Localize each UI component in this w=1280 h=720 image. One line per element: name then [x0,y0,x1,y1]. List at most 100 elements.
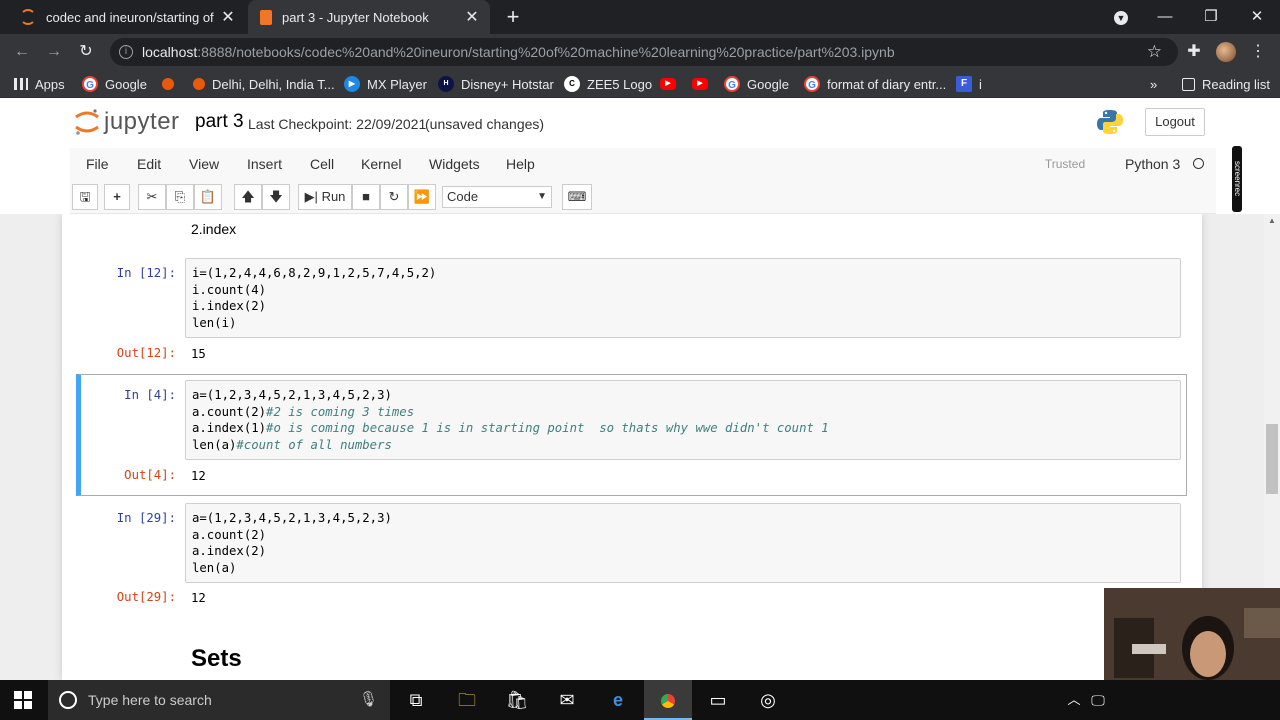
bookmark-youtube-2[interactable]: ▶ [692,70,715,98]
kernel-name: Python 3 [1125,156,1181,172]
bookmark-label: Apps [35,76,65,92]
new-tab-button[interactable]: + [500,4,526,30]
browser-tab[interactable]: codec and ineuron/starting of m ✕ [8,0,246,34]
restart-run-all-icon[interactable]: ⏩ [408,184,436,210]
file-explorer-icon[interactable]: 🗀 [443,680,491,720]
taskbar-search-placeholder: Type here to search [88,692,212,708]
extensions-icon[interactable]: ✚ [1184,42,1204,62]
move-up-icon[interactable]: 🡅 [234,184,262,210]
bookmark-weather[interactable]: Delhi, Delhi, India T... [193,70,335,98]
edge-icon[interactable]: e [594,680,642,720]
bookmark-hotstar[interactable]: H Disney+ Hotstar [438,70,554,98]
bookmark-label: format of diary entr... [827,76,947,92]
paste-icon[interactable]: 📋 [194,184,222,210]
close-tab-icon[interactable]: ✕ [460,7,484,27]
cut-icon[interactable]: ✂ [138,184,166,210]
close-tab-icon[interactable]: ✕ [216,7,240,27]
restart-icon[interactable]: ↻ [380,184,408,210]
browser-tab-active[interactable]: part 3 - Jupyter Notebook ✕ [248,0,490,34]
screenrec-badge: screenrec [1232,146,1242,212]
menu-insert[interactable]: Insert [247,148,282,180]
markdown-heading-sets[interactable]: Sets [191,645,242,673]
notebook-area: 2.index In [12]: i=(1,2,4,4,6,8,2,9,1,2,… [0,214,1264,680]
bookmark-mx-player[interactable]: ▶ MX Player [344,70,427,98]
google-icon: G [804,76,820,92]
interrupt-icon[interactable]: ■ [352,184,380,210]
restore-icon[interactable]: ❐ [1188,0,1234,34]
menu-view[interactable]: View [189,148,219,180]
more-bookmarks-button[interactable]: » [1150,70,1157,98]
microphone-icon[interactable]: 🎙 [359,680,378,720]
chrome-icon[interactable] [644,680,692,720]
bookmark-label: Google [747,76,789,92]
menu-widgets[interactable]: Widgets [429,148,480,180]
python-logo-icon [1097,110,1123,134]
save-icon[interactable]: 🖫 [72,184,98,210]
code-line: a.count(2)#2 is coming 3 times [192,405,414,419]
scroll-up-icon[interactable]: ▲ [1268,216,1276,225]
code-text: a.count(2) [192,405,267,419]
bookmark-orange-site[interactable] [162,70,181,98]
terminal-icon[interactable]: ▭ [694,680,742,720]
code-text: len(a) [192,438,237,452]
output-prompt: Out[29]: [116,590,176,604]
logout-button[interactable]: Logout [1145,108,1205,136]
reading-list-label: Reading list [1202,76,1270,92]
bookmark-zee5[interactable]: C ZEE5 Logo [564,70,652,98]
reload-icon[interactable]: ↻ [74,40,98,64]
run-button[interactable]: ▶| Run [298,184,352,210]
close-window-icon[interactable]: ✕ [1234,0,1280,34]
google-icon: G [82,76,98,92]
code-cell-input[interactable]: i=(1,2,4,4,6,8,2,9,1,2,5,7,4,5,2) i.coun… [185,258,1181,338]
copy-icon[interactable]: ⎘ [166,184,194,210]
mail-icon[interactable]: ✉ [543,680,591,720]
task-view-icon[interactable]: ⧉ [392,680,440,720]
apps-grid-icon [14,78,28,90]
forward-icon[interactable]: → [42,40,66,64]
code-cell-input[interactable]: a=(1,2,3,4,5,2,1,3,4,5,2,3) a.count(2)#2… [185,380,1181,460]
keyboard-icon[interactable]: ⌨ [562,184,592,210]
obs-icon[interactable]: ◎ [744,680,792,720]
tab-title: part 3 - Jupyter Notebook [282,9,429,25]
bookmark-f[interactable]: F i [956,70,982,98]
code-comment: #o is coming because 1 is in starting po… [266,421,829,435]
bookmark-apps[interactable]: Apps [14,70,65,98]
profile-avatar[interactable] [1216,42,1236,62]
kernel-idle-icon [1193,158,1204,169]
code-cell-input[interactable]: a=(1,2,3,4,5,2,1,3,4,5,2,3) a.count(2) a… [185,503,1181,583]
microsoft-store-icon[interactable]: 🛍 [493,680,541,720]
insert-cell-icon[interactable]: + [104,184,130,210]
input-prompt: In [12]: [116,266,176,280]
windows-start-icon[interactable] [14,691,32,709]
site-info-icon[interactable]: i [119,45,133,59]
menu-kernel[interactable]: Kernel [361,148,401,180]
back-icon[interactable]: ← [10,40,34,64]
jupyter-tab-icon [20,9,36,25]
notebook-name[interactable]: part 3 [195,111,244,133]
bookmark-youtube-1[interactable]: ▶ [660,70,683,98]
taskbar-search-box[interactable]: Type here to search 🎙 [48,680,390,720]
input-prompt: In [4]: [124,388,176,402]
menu-cell[interactable]: Cell [310,148,334,180]
network-icon[interactable]: 🖵 [1074,680,1122,720]
bookmark-star-icon[interactable]: ☆ [1147,38,1162,66]
bookmark-diary[interactable]: G format of diary entr... [804,70,946,98]
trusted-indicator[interactable]: Trusted [1038,154,1092,174]
reading-list-button[interactable]: Reading list [1182,70,1270,98]
url-host: localhost [142,44,198,60]
menu-file[interactable]: File [86,148,109,180]
code-line: len(a)#count of all numbers [192,438,392,452]
profile-menu-icon[interactable]: ▼ [1098,0,1144,34]
minimize-icon[interactable]: — [1142,0,1188,34]
chrome-menu-icon[interactable]: ⋮ [1248,42,1268,62]
code-comment: #2 is coming 3 times [266,405,415,419]
cell-type-select[interactable]: Code ▼ [442,186,552,208]
markdown-cell-text[interactable]: 2.index [191,221,236,237]
bookmark-google-2[interactable]: G Google [724,70,789,98]
menu-edit[interactable]: Edit [137,148,161,180]
bookmark-google[interactable]: G Google [82,70,147,98]
address-bar[interactable]: i localhost:8888/notebooks/codec%20and%2… [110,38,1178,66]
scrollbar-thumb[interactable] [1266,424,1278,494]
menu-help[interactable]: Help [506,148,535,180]
move-down-icon[interactable]: 🡇 [262,184,290,210]
